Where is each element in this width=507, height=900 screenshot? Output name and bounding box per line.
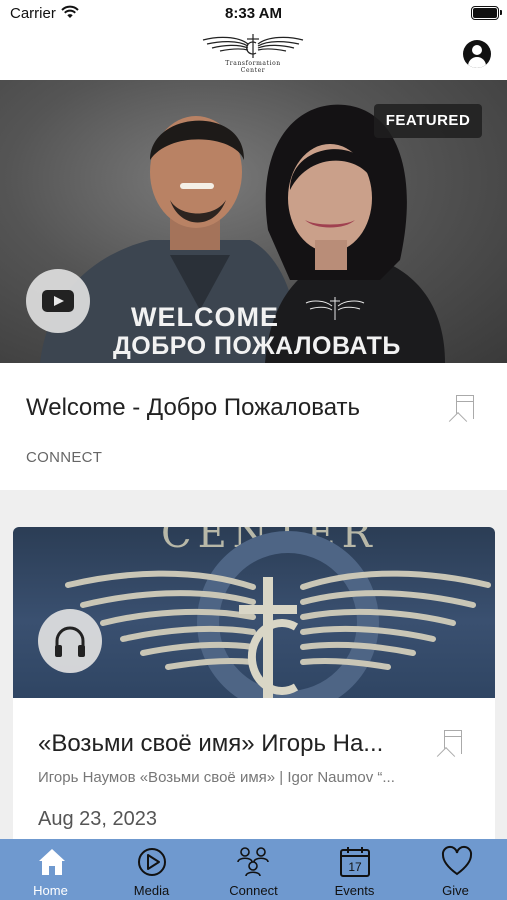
- hero-caption-russian: ДОБРО ПОЖАЛОВАТЬ: [113, 332, 401, 360]
- tab-connect-label: Connect: [229, 883, 278, 898]
- battery-icon: [471, 6, 502, 20]
- play-audio-button[interactable]: [38, 609, 102, 673]
- calendar-icon: 17: [340, 847, 370, 877]
- media-card-date: Aug 23, 2023: [38, 808, 157, 830]
- media-card-image: CENTER: [13, 527, 495, 698]
- tab-home[interactable]: Home: [0, 839, 101, 900]
- clock: 8:33 AM: [225, 5, 282, 22]
- bottom-tab-bar: Home Media Connect 17 Events Give: [0, 839, 507, 900]
- tab-give-label: Give: [442, 883, 469, 898]
- app-header: Transformation Center: [0, 28, 507, 80]
- people-icon: [237, 847, 269, 877]
- media-card-subtitle: Игорь Наумов «Возьми своё имя» | Igor Na…: [38, 769, 395, 786]
- featured-title[interactable]: Welcome - Добро Пожаловать: [26, 394, 360, 422]
- tab-home-label: Home: [33, 883, 68, 898]
- logo-text: Transformation Center: [198, 60, 308, 74]
- bookmark-icon[interactable]: [444, 730, 462, 754]
- hero-caption-welcome: WELCOME: [131, 302, 279, 332]
- status-bar: Carrier 8:33 AM: [0, 0, 507, 28]
- media-card[interactable]: CENTER «Возьми своё имя» Игорь На... Иго…: [13, 527, 495, 867]
- featured-category: CONNECT: [26, 449, 103, 466]
- featured-hero-image: FEATURED WELCOME ДОБРО ПОЖАЛОВАТЬ: [0, 80, 507, 363]
- tab-give[interactable]: Give: [405, 839, 506, 900]
- home-icon: [39, 849, 65, 875]
- tab-media[interactable]: Media: [101, 839, 202, 900]
- tab-connect[interactable]: Connect: [203, 839, 304, 900]
- logo-text-line2: Center: [240, 67, 266, 74]
- headphones-icon: [55, 626, 85, 657]
- winged-cross-logo-icon: [202, 34, 304, 58]
- calendar-day: 17: [348, 860, 362, 874]
- heart-icon: [441, 845, 473, 876]
- tab-events-label: Events: [334, 883, 375, 898]
- featured-badge: FEATURED: [374, 104, 482, 138]
- play-circle-icon: [138, 848, 166, 876]
- transformation-center-logo: Transformation Center: [198, 30, 308, 74]
- featured-card[interactable]: FEATURED WELCOME ДОБРО ПОЖАЛОВАТЬ Welcom…: [0, 80, 507, 490]
- profile-button[interactable]: [463, 40, 491, 68]
- tab-events[interactable]: 17 Events: [304, 839, 405, 900]
- bookmark-icon[interactable]: [456, 395, 474, 419]
- profile-icon: [472, 45, 482, 55]
- media-card-title[interactable]: «Возьми своё имя» Игорь На...: [38, 730, 428, 758]
- logo-text-line1: Transformation: [225, 60, 281, 67]
- tab-media-label: Media: [133, 883, 170, 898]
